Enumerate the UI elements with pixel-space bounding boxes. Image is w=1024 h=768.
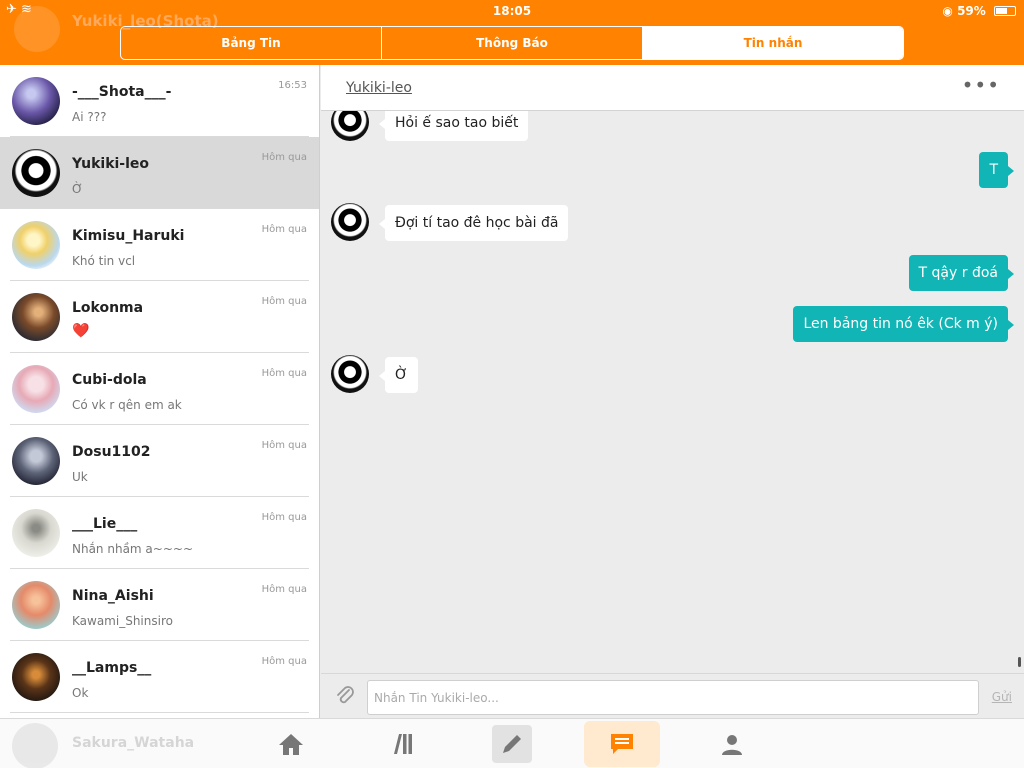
- message-incoming: Hỏi ế sao tao biết: [378, 111, 529, 141]
- status-right: ◉ 59%: [942, 4, 1016, 18]
- avatar: [12, 293, 60, 341]
- conversation-preview: Khó tin vcl: [72, 254, 136, 268]
- message-incoming: Ờ: [379, 357, 418, 393]
- avatar: [12, 365, 60, 413]
- conversation-preview: Ok: [72, 686, 89, 700]
- heart-icon: ❤️: [72, 323, 90, 339]
- ghost-conversation-row: Sakura_Wataha: [12, 719, 312, 768]
- message-composer: Gửi: [321, 673, 1024, 718]
- conversation-time: Hôm qua: [261, 152, 307, 163]
- conversation-name: Nina_Aishi: [72, 588, 154, 604]
- conversation-preview: Ờ: [72, 182, 83, 196]
- status-bar: ✈ ≋ 18:05 ◉ 59%: [0, 0, 1024, 22]
- conversation-time: Hôm qua: [261, 584, 307, 595]
- conversation-item[interactable]: __Lamps__ Ok Hôm qua: [0, 641, 319, 713]
- battery-percent: 59%: [957, 4, 986, 18]
- pencil-icon[interactable]: [492, 725, 532, 763]
- tab-bang-tin[interactable]: Bảng Tin: [121, 27, 382, 59]
- conversation-name: ___Lie___: [72, 516, 138, 532]
- conversation-name: -___Shota___-: [72, 84, 172, 100]
- conversation-name: Yukiki-leo: [72, 156, 150, 172]
- conversation-name: __Lamps__: [72, 660, 152, 676]
- conversation-list: -___Shota___- Ai ??? 16:53 Yukiki-leo Ờ …: [0, 65, 320, 718]
- conversation-name: Cubi-dola: [72, 372, 147, 388]
- scrollbar[interactable]: [1018, 657, 1021, 667]
- conversation-preview: Kawami_Shinsiro: [72, 614, 173, 628]
- chat-header: Yukiki-leo •••: [321, 65, 1024, 111]
- avatar: [12, 77, 60, 125]
- conversation-time: Hôm qua: [261, 440, 307, 451]
- tab-thong-bao[interactable]: Thông Báo: [382, 27, 643, 59]
- conversation-time: Hôm qua: [261, 512, 307, 523]
- profile-icon[interactable]: [710, 723, 754, 765]
- status-time: 18:05: [492, 4, 532, 18]
- paperclip-icon[interactable]: [333, 684, 357, 708]
- conversation-preview: Ai ???: [72, 110, 107, 124]
- avatar: [12, 149, 60, 197]
- avatar: [12, 653, 60, 701]
- conversation-preview: Nhắn nhầm a~~~~: [72, 542, 193, 556]
- conversation-preview: Có vk r qên em ak: [72, 398, 182, 412]
- avatar[interactable]: [331, 355, 369, 393]
- conversation-item[interactable]: ___Lie___ Nhắn nhầm a~~~~ Hôm qua: [0, 497, 319, 569]
- conversation-item[interactable]: Dosu1102 Uk Hôm qua: [0, 425, 319, 497]
- home-icon[interactable]: [269, 723, 313, 765]
- send-button[interactable]: Gửi: [992, 690, 1012, 704]
- segmented-tabs: Bảng Tin Thông Báo Tin nhắn: [120, 26, 904, 60]
- avatar: [12, 509, 60, 557]
- avatar: [12, 581, 60, 629]
- avatar: [12, 221, 60, 269]
- chat-title[interactable]: Yukiki-leo: [346, 80, 412, 96]
- conversation-time: Hôm qua: [261, 368, 307, 379]
- conversation-item[interactable]: Kimisu_Haruki Khó tin vcl Hôm qua: [0, 209, 319, 281]
- battery-icon: [994, 6, 1016, 16]
- top-bar: Yukiki_leo(Shota) ✈ ≋ 18:05 ◉ 59% Bảng T…: [0, 0, 1024, 65]
- message-input[interactable]: [367, 680, 979, 715]
- message-thread: Hỏi ế sao tao biết T Đợi tí tao đê học b…: [321, 111, 1024, 673]
- conversation-item-selected[interactable]: Yukiki-leo Ờ Hôm qua: [0, 137, 319, 209]
- lock-rotation-icon: ◉: [942, 4, 953, 18]
- conversation-time: Hôm qua: [261, 224, 307, 235]
- conversation-name: Kimisu_Haruki: [72, 228, 185, 244]
- conversation-item[interactable]: Cubi-dola Có vk r qên em ak Hôm qua: [0, 353, 319, 425]
- conversation-name: Dosu1102: [72, 444, 151, 460]
- bottom-tab-bar: Sakura_Wataha: [0, 718, 1024, 768]
- conversation-name: Lokonma: [72, 300, 144, 316]
- avatar: [12, 723, 58, 768]
- conversation-preview: Uk: [72, 470, 88, 484]
- chat-icon[interactable]: [584, 721, 660, 767]
- conversation-time: Hôm qua: [261, 296, 307, 307]
- conversation-item[interactable]: Lokonma ❤️ Hôm qua: [0, 281, 319, 353]
- message-outgoing: T qậy r đoá: [908, 255, 1015, 291]
- avatar: [12, 437, 60, 485]
- conversation-item[interactable]: Nina_Aishi Kawami_Shinsiro Hôm qua: [0, 569, 319, 641]
- conversation-time: 16:53: [278, 80, 307, 91]
- conversation-item[interactable]: -___Shota___- Ai ??? 16:53: [0, 65, 319, 137]
- avatar[interactable]: [331, 203, 369, 241]
- library-icon[interactable]: [380, 723, 424, 765]
- ghost-conversation-name: Sakura_Wataha: [72, 735, 195, 751]
- ellipsis-icon[interactable]: •••: [962, 73, 1000, 97]
- avatar[interactable]: [331, 111, 369, 141]
- message-outgoing: Len bảng tin nó êk (Ck m ý): [793, 306, 1014, 342]
- conversation-time: Hôm qua: [261, 656, 307, 667]
- message-outgoing: T: [979, 152, 1014, 188]
- tab-tin-nhan[interactable]: Tin nhắn: [643, 27, 903, 59]
- message-incoming: Đợi tí tao đê học bài đã: [378, 205, 569, 241]
